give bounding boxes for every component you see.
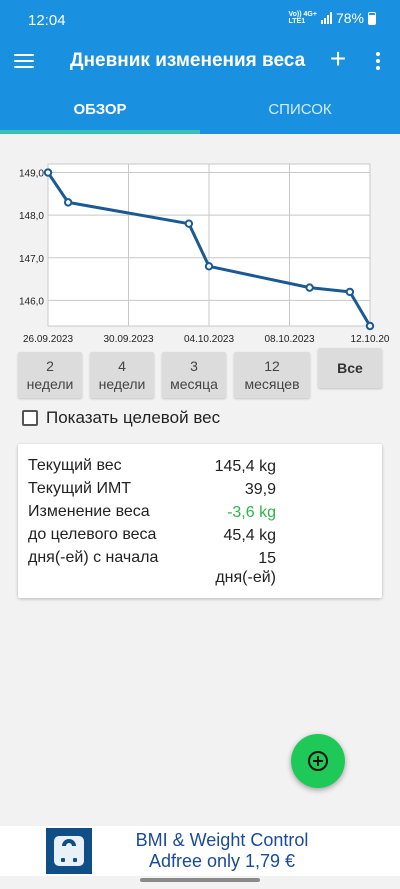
days-since-start-label: дня(-ей) с начала — [28, 549, 159, 566]
ad-banner[interactable]: BMI & Weight Control Adfree only 1,79 € — [0, 826, 400, 876]
data-point — [43, 168, 53, 177]
y-tick-label: 146,0 — [19, 296, 44, 307]
y-tick-label: 149,0 — [19, 169, 44, 180]
battery-percent: 78% — [335, 10, 364, 26]
y-tick-label: 148,0 — [19, 211, 44, 222]
range-12-months-button[interactable]: 12 месяцев — [234, 352, 310, 398]
weight-change-value: -3,6 kg — [227, 504, 276, 521]
x-tick-label: 30.09.2023 — [103, 334, 153, 345]
network-indicator: Vo)) 4G+ LTE1 — [288, 11, 317, 25]
tab-overview[interactable]: ОБЗОР — [0, 86, 200, 134]
stats-card: Текущий вес 145,4 kg Текущий ИМТ 39,9 Из… — [18, 444, 382, 598]
gesture-nav-bar[interactable] — [140, 878, 260, 882]
to-target-value: 45,4 kg — [223, 527, 276, 544]
data-point — [345, 287, 355, 297]
weight-chart: 26.09.2023 30.09.2023 04.10.2023 08.10.2023… — [0, 150, 400, 348]
x-tick-label: 08.10.2023 — [264, 334, 314, 345]
app-title: Дневник изменения веса — [70, 50, 306, 71]
y-tick-label: 147,0 — [19, 254, 44, 265]
to-target-label: до целевого веса — [28, 526, 157, 543]
hamburger-icon[interactable] — [14, 48, 40, 74]
data-point — [184, 219, 194, 228]
show-target-checkbox[interactable] — [22, 410, 38, 426]
add-circle-icon — [308, 751, 328, 771]
current-weight-label: Текущий вес — [28, 457, 122, 474]
tab-indicator — [0, 130, 200, 134]
battery-icon — [368, 11, 376, 25]
x-tick-label: 04.10.2023 — [184, 334, 234, 345]
range-2-weeks-button[interactable]: 2 недели — [18, 352, 82, 398]
x-tick-label: 12.10.20 — [351, 334, 390, 345]
signal-icon — [320, 12, 332, 24]
weight-change-label: Изменение веса — [28, 503, 150, 520]
range-all-button[interactable]: Все — [318, 348, 382, 388]
add-entry-fab[interactable] — [291, 734, 345, 788]
data-point — [63, 198, 73, 207]
current-weight-value: 145,4 kg — [214, 458, 276, 475]
more-vert-icon[interactable] — [366, 48, 390, 74]
data-point — [305, 283, 314, 292]
ad-subtitle: Adfree only 1,79 € — [148, 851, 296, 871]
status-icons: Vo)) 4G+ LTE1 78% — [288, 10, 376, 26]
show-target-label: Показать целевой вес — [46, 408, 221, 427]
status-time: 12:04 — [28, 12, 66, 29]
show-target-row[interactable]: Показать целевой вес — [22, 408, 220, 428]
days-since-start-value: 15 дня(-ей) — [215, 550, 276, 586]
range-3-months-button[interactable]: 3 месяца — [162, 352, 226, 398]
bmi-value: 39,9 — [244, 481, 276, 498]
data-point — [204, 262, 214, 271]
ad-title: BMI & Weight Control — [135, 830, 309, 850]
bmi-label: Текущий ИМТ — [28, 480, 132, 497]
app-bar: Дневник изменения веса + — [0, 36, 400, 86]
scale-icon — [46, 828, 92, 874]
plus-icon[interactable]: + — [324, 44, 352, 76]
range-4-weeks-button[interactable]: 4 недели — [90, 352, 154, 398]
tab-bar: ОБЗОР СПИСОК — [0, 86, 400, 134]
x-tick-label: 26.09.2023 — [23, 334, 73, 345]
chart-svg: 26.09.2023 30.09.2023 04.10.2023 08.10.2023… — [19, 163, 390, 345]
data-point — [365, 321, 375, 331]
tab-list[interactable]: СПИСОК — [200, 86, 400, 134]
status-bar: 12:04 Vo)) 4G+ LTE1 78% — [0, 0, 400, 36]
